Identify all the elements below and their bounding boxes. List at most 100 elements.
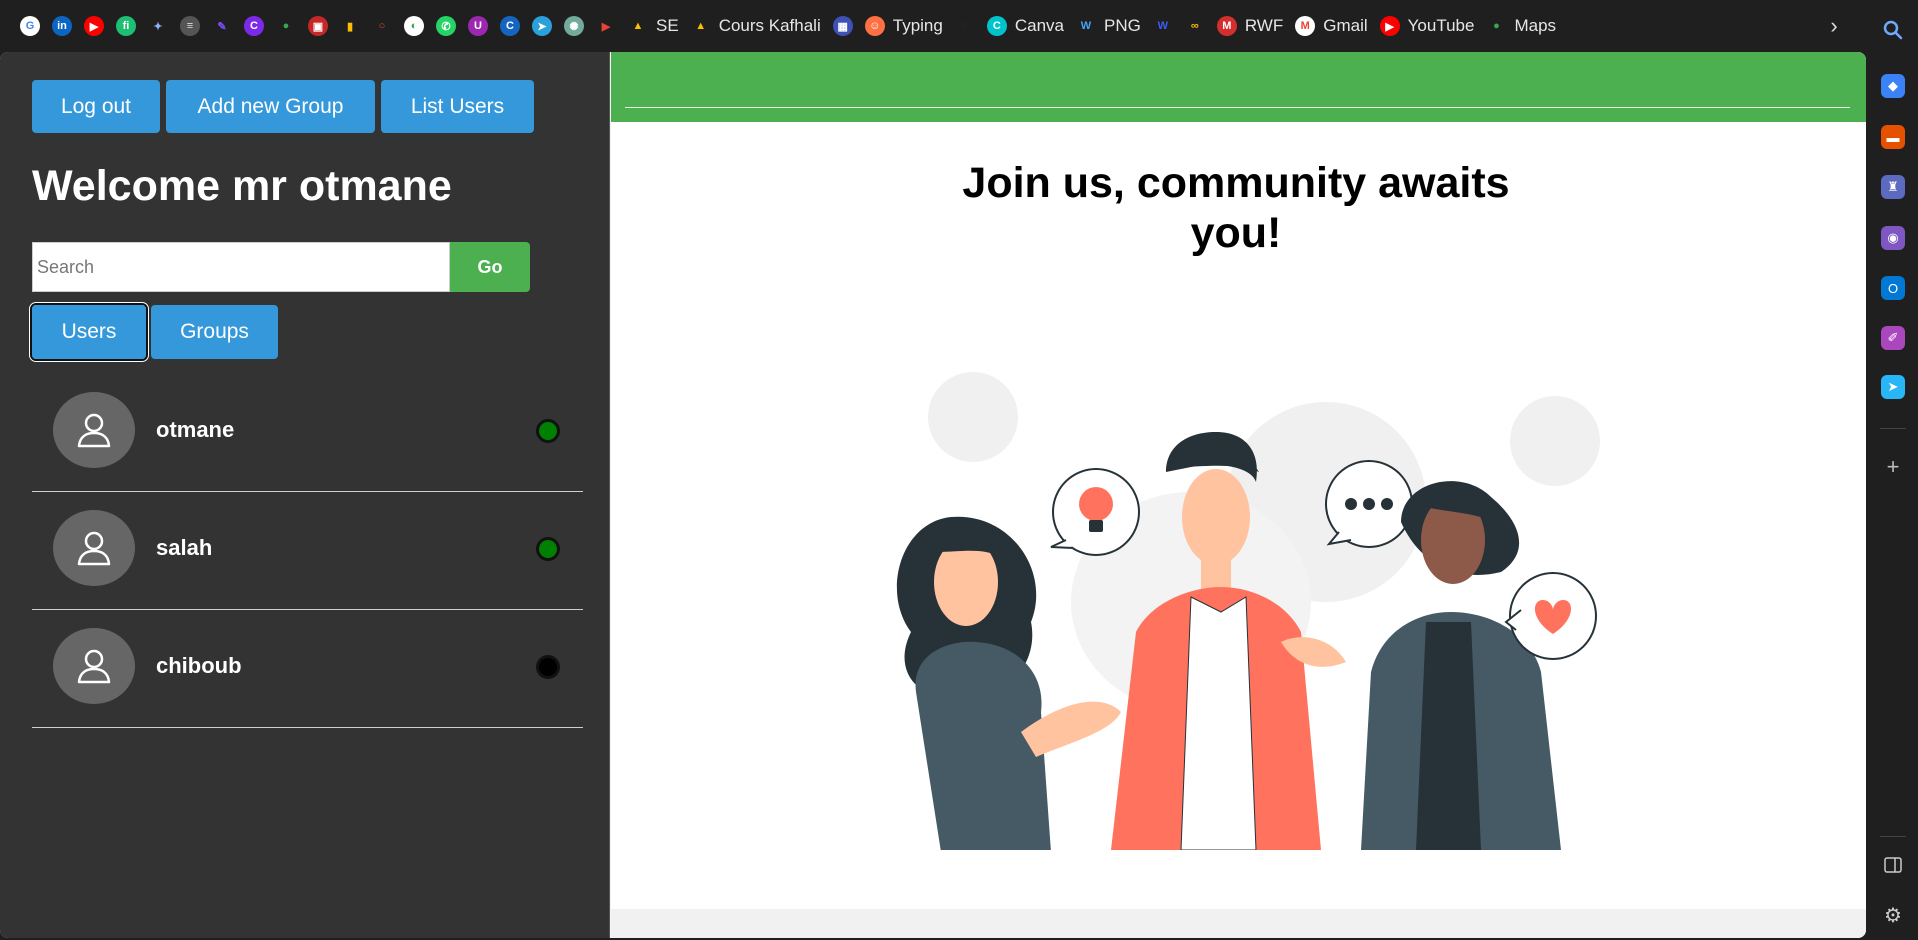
whatsapp-icon: ✆ [436,16,456,36]
status-indicator [536,655,560,679]
chat-sidebar: Log out Add new Group List Users Welcome… [0,52,610,938]
bookmark-maps-1[interactable]: ● [270,10,302,42]
sidebar-divider [1880,428,1906,429]
bookmark-app-28[interactable]: ∞ [1179,10,1211,42]
bookmark-app-11[interactable]: ▮ [334,10,366,42]
add-new-group-button[interactable]: Add new Group [166,80,375,133]
bookmark-typing[interactable]: ☺ Typing [859,10,949,42]
telegram-icon: ➤ [532,16,552,36]
bookmark-linkedin[interactable]: in [46,10,78,42]
canva-1-icon: C [244,16,264,36]
drive-cours-icon: ▲ [690,16,711,36]
drive-se-icon: ▲ [628,16,648,36]
app-19-icon: ▶ [596,16,616,36]
welcome-heading: Welcome mr otmane [32,162,452,210]
bookmark-google[interactable]: G [14,10,46,42]
app-27-icon: W [1152,16,1173,36]
tag-icon[interactable]: ◆ [1881,74,1905,98]
list-users-button[interactable]: List Users [381,80,534,133]
chevron-right-icon[interactable]: › [1822,13,1846,38]
bookmark-png[interactable]: W PNG [1070,10,1147,42]
gmail-icon: M [1295,16,1316,36]
list-item[interactable]: otmane [32,374,583,492]
bookmark-label: RWF [1244,16,1284,35]
send-icon[interactable]: ➤ [1881,375,1905,399]
bookmark-label: Maps [1514,16,1557,35]
bookmark-telegram[interactable]: ➤ [526,10,558,42]
bookmark-youtube-1[interactable]: ▶ [78,10,110,42]
outlook-icon[interactable]: O [1881,276,1905,300]
sidebar-divider [1880,836,1906,837]
tab-groups[interactable]: Groups [151,305,278,359]
list-item[interactable]: chiboub [32,610,583,728]
bookmark-canva-1[interactable]: C [238,10,270,42]
toolbox-icon[interactable]: ▬ [1881,125,1905,149]
people-icon[interactable]: ♜ [1881,175,1905,199]
plus-icon[interactable]: + [1881,454,1905,479]
bookmark-chatgpt[interactable]: ✺ [558,10,590,42]
header-bar [611,52,1866,122]
user-name: salah [156,535,213,560]
linkedin-icon: in [52,16,72,36]
logout-button[interactable]: Log out [32,80,160,133]
search-input[interactable] [32,242,450,292]
bookmark-layers[interactable]: ≡ [174,10,206,42]
bookmark-app-12[interactable]: ○ [366,10,398,42]
user-avatar-icon [53,628,135,704]
bookmark-fiverr[interactable]: fi [110,10,142,42]
list-item[interactable]: salah [32,492,583,610]
maps-2-icon: ● [1486,16,1507,36]
bookmark-app-27[interactable]: W [1147,10,1179,42]
canva-2-icon: C [986,16,1007,36]
app-15-icon: U [468,16,488,36]
app-28-icon: ∞ [1184,16,1205,36]
go-button[interactable]: Go [450,242,530,292]
header-divider [625,107,1850,108]
bookmark-app-5[interactable]: ✦ [142,10,174,42]
bookmark-maps-2[interactable]: ● Maps [1480,10,1562,42]
bookmark-app-15[interactable]: U [462,10,494,42]
copilot-icon[interactable]: ◉ [1881,226,1905,250]
bookmark-app-13[interactable]: ◐ [398,10,430,42]
bookmark-app-19[interactable]: ▶ [590,10,622,42]
bookmark-label: PNG [1103,16,1141,35]
rwf-icon: M [1216,16,1237,36]
bookmark-app-24[interactable]: P [949,10,981,42]
user-avatar-icon [53,392,135,468]
bookmark-app-22[interactable]: ▦ [827,10,859,42]
bookmark-gmail[interactable]: M Gmail [1289,10,1373,42]
footer-strip [611,909,1866,938]
bookmark-whatsapp[interactable]: ✆ [430,10,462,42]
main-content: Join us, community awaits you! [611,52,1866,909]
bookmark-rwf[interactable]: M RWF [1211,10,1289,42]
tab-users[interactable]: Users [30,303,148,361]
app-5-icon: ✦ [148,16,168,36]
youtube-2-icon: ▶ [1379,16,1400,36]
app-16-icon: C [500,16,520,36]
google-icon: G [20,16,40,36]
hero-title: Join us, community awaits you! [962,159,1510,257]
gear-icon[interactable]: ⚙ [1881,903,1905,927]
fiverr-icon: fi [116,16,136,36]
sidebar-toggle-icon[interactable] [1881,853,1905,877]
user-avatar-icon [53,510,135,586]
bookmark-drive-cours[interactable]: ▲ Cours Kafhali [685,10,827,42]
designer-icon[interactable]: ✐ [1881,326,1905,350]
bookmark-app-16[interactable]: C [494,10,526,42]
status-indicator [536,537,560,561]
bookmark-drive-se[interactable]: ▲ SE [622,10,685,42]
user-name: chiboub [156,653,242,678]
bookmark-canva-2[interactable]: C Canva [981,10,1070,42]
app-24-icon: P [954,16,975,36]
bookmark-app-10[interactable]: ▣ [302,10,334,42]
user-name: otmane [156,417,235,442]
bookmark-label: Gmail [1323,16,1368,35]
bookmark-app-7[interactable]: ✎ [206,10,238,42]
bookmark-youtube-2[interactable]: ▶ YouTube [1374,10,1481,42]
app-10-icon: ▣ [308,16,328,36]
maps-1-icon: ● [276,16,296,36]
app-13-icon: ◐ [404,16,424,36]
youtube-1-icon: ▶ [84,16,104,36]
search-icon[interactable] [1881,18,1905,42]
typing-icon: ☺ [864,16,885,36]
